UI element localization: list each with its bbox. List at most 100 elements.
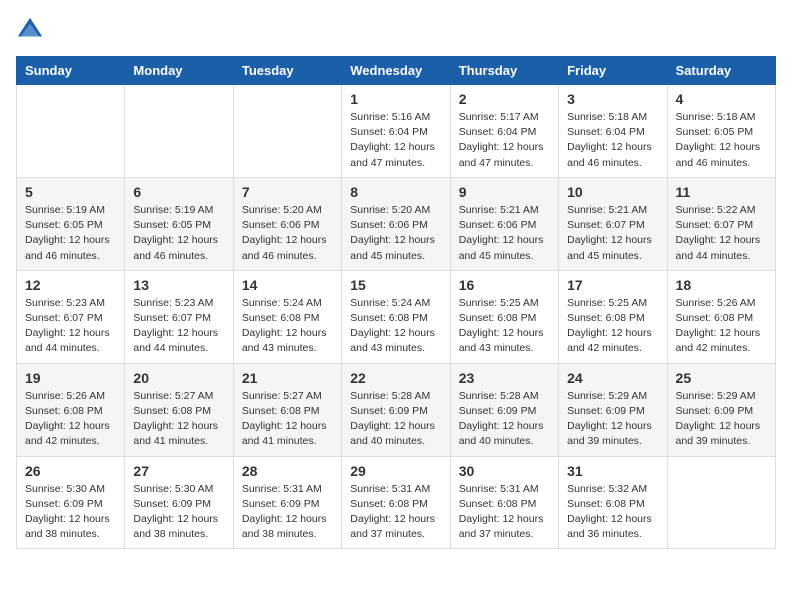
calendar-cell-w5-d1: 26 Sunrise: 5:30 AM Sunset: 6:09 PM Dayli… xyxy=(17,456,125,549)
day-info: Sunrise: 5:31 AM Sunset: 6:08 PM Dayligh… xyxy=(459,482,550,543)
weekday-header-monday: Monday xyxy=(125,57,233,85)
calendar-cell-w4-d7: 25 Sunrise: 5:29 AM Sunset: 6:09 PM Dayli… xyxy=(667,363,775,456)
day-number: 12 xyxy=(25,277,116,293)
week-row-2: 5 Sunrise: 5:19 AM Sunset: 6:05 PM Daylig… xyxy=(17,177,776,270)
calendar-cell-w3-d2: 13 Sunrise: 5:23 AM Sunset: 6:07 PM Dayli… xyxy=(125,270,233,363)
day-info: Sunrise: 5:19 AM Sunset: 6:05 PM Dayligh… xyxy=(133,203,224,264)
calendar-cell-w2-d5: 9Sunrise: 5:21 AM Sunset: 6:06 PM Daylig… xyxy=(450,177,558,270)
calendar-cell-w1-d2 xyxy=(125,85,233,178)
day-number: 26 xyxy=(25,463,116,479)
calendar-cell-w2-d6: 10 Sunrise: 5:21 AM Sunset: 6:07 PM Dayli… xyxy=(559,177,667,270)
day-info: Sunrise: 5:25 AM Sunset: 6:08 PM Dayligh… xyxy=(459,296,550,357)
day-info: Sunrise: 5:18 AM Sunset: 6:04 PM Dayligh… xyxy=(567,110,658,171)
day-info: Sunrise: 5:20 AM Sunset: 6:06 PM Dayligh… xyxy=(350,203,441,264)
day-number: 2 xyxy=(459,91,550,107)
day-number: 25 xyxy=(676,370,767,386)
day-info: Sunrise: 5:30 AM Sunset: 6:09 PM Dayligh… xyxy=(133,482,224,543)
day-number: 27 xyxy=(133,463,224,479)
calendar-cell-w4-d5: 23Sunrise: 5:28 AM Sunset: 6:09 PM Dayli… xyxy=(450,363,558,456)
day-number: 21 xyxy=(242,370,333,386)
week-row-1: 1 Sunrise: 5:16 AM Sunset: 6:04 PM Daylig… xyxy=(17,85,776,178)
day-number: 9 xyxy=(459,184,550,200)
calendar-cell-w2-d4: 8 Sunrise: 5:20 AM Sunset: 6:06 PM Daylig… xyxy=(342,177,450,270)
day-info: Sunrise: 5:32 AM Sunset: 6:08 PM Dayligh… xyxy=(567,482,658,543)
day-info: Sunrise: 5:21 AM Sunset: 6:07 PM Dayligh… xyxy=(567,203,658,264)
day-number: 29 xyxy=(350,463,441,479)
calendar-cell-w2-d2: 6 Sunrise: 5:19 AM Sunset: 6:05 PM Daylig… xyxy=(125,177,233,270)
day-number: 7 xyxy=(242,184,333,200)
calendar-cell-w4-d4: 22Sunrise: 5:28 AM Sunset: 6:09 PM Dayli… xyxy=(342,363,450,456)
calendar-cell-w5-d5: 30 Sunrise: 5:31 AM Sunset: 6:08 PM Dayli… xyxy=(450,456,558,549)
calendar-cell-w3-d3: 14 Sunrise: 5:24 AM Sunset: 6:08 PM Dayli… xyxy=(233,270,341,363)
day-number: 6 xyxy=(133,184,224,200)
weekday-header-wednesday: Wednesday xyxy=(342,57,450,85)
day-info: Sunrise: 5:17 AM Sunset: 6:04 PM Dayligh… xyxy=(459,110,550,171)
calendar-cell-w5-d2: 27 Sunrise: 5:30 AM Sunset: 6:09 PM Dayli… xyxy=(125,456,233,549)
day-number: 14 xyxy=(242,277,333,293)
day-info: Sunrise: 5:29 AM Sunset: 6:09 PM Dayligh… xyxy=(676,389,767,450)
calendar-cell-w3-d7: 18Sunrise: 5:26 AM Sunset: 6:08 PM Dayli… xyxy=(667,270,775,363)
day-info: Sunrise: 5:16 AM Sunset: 6:04 PM Dayligh… xyxy=(350,110,441,171)
day-info: Sunrise: 5:26 AM Sunset: 6:08 PM Dayligh… xyxy=(676,296,767,357)
calendar-cell-w2-d3: 7 Sunrise: 5:20 AM Sunset: 6:06 PM Daylig… xyxy=(233,177,341,270)
calendar-cell-w1-d1 xyxy=(17,85,125,178)
day-number: 31 xyxy=(567,463,658,479)
week-row-5: 26 Sunrise: 5:30 AM Sunset: 6:09 PM Dayli… xyxy=(17,456,776,549)
day-info: Sunrise: 5:27 AM Sunset: 6:08 PM Dayligh… xyxy=(133,389,224,450)
day-info: Sunrise: 5:22 AM Sunset: 6:07 PM Dayligh… xyxy=(676,203,767,264)
day-info: Sunrise: 5:24 AM Sunset: 6:08 PM Dayligh… xyxy=(350,296,441,357)
weekday-header-sunday: Sunday xyxy=(17,57,125,85)
day-info: Sunrise: 5:18 AM Sunset: 6:05 PM Dayligh… xyxy=(676,110,767,171)
logo xyxy=(16,16,48,44)
day-number: 20 xyxy=(133,370,224,386)
calendar-cell-w3-d6: 17Sunrise: 5:25 AM Sunset: 6:08 PM Dayli… xyxy=(559,270,667,363)
weekday-header-friday: Friday xyxy=(559,57,667,85)
day-number: 1 xyxy=(350,91,441,107)
day-number: 22 xyxy=(350,370,441,386)
day-info: Sunrise: 5:24 AM Sunset: 6:08 PM Dayligh… xyxy=(242,296,333,357)
calendar-cell-w1-d5: 2 Sunrise: 5:17 AM Sunset: 6:04 PM Daylig… xyxy=(450,85,558,178)
day-number: 15 xyxy=(350,277,441,293)
day-info: Sunrise: 5:23 AM Sunset: 6:07 PM Dayligh… xyxy=(25,296,116,357)
day-number: 24 xyxy=(567,370,658,386)
calendar-cell-w3-d4: 15 Sunrise: 5:24 AM Sunset: 6:08 PM Dayli… xyxy=(342,270,450,363)
day-number: 5 xyxy=(25,184,116,200)
day-number: 3 xyxy=(567,91,658,107)
calendar-cell-w1-d7: 4 Sunrise: 5:18 AM Sunset: 6:05 PM Daylig… xyxy=(667,85,775,178)
calendar-cell-w3-d1: 12 Sunrise: 5:23 AM Sunset: 6:07 PM Dayli… xyxy=(17,270,125,363)
calendar-table: SundayMondayTuesdayWednesdayThursdayFrid… xyxy=(16,56,776,549)
day-number: 16 xyxy=(459,277,550,293)
day-number: 13 xyxy=(133,277,224,293)
day-number: 17 xyxy=(567,277,658,293)
calendar-cell-w5-d3: 28 Sunrise: 5:31 AM Sunset: 6:09 PM Dayli… xyxy=(233,456,341,549)
day-info: Sunrise: 5:19 AM Sunset: 6:05 PM Dayligh… xyxy=(25,203,116,264)
day-info: Sunrise: 5:27 AM Sunset: 6:08 PM Dayligh… xyxy=(242,389,333,450)
day-number: 4 xyxy=(676,91,767,107)
logo-icon xyxy=(16,16,44,44)
day-info: Sunrise: 5:20 AM Sunset: 6:06 PM Dayligh… xyxy=(242,203,333,264)
day-info: Sunrise: 5:30 AM Sunset: 6:09 PM Dayligh… xyxy=(25,482,116,543)
calendar-cell-w4-d6: 24 Sunrise: 5:29 AM Sunset: 6:09 PM Dayli… xyxy=(559,363,667,456)
weekday-header-saturday: Saturday xyxy=(667,57,775,85)
calendar-cell-w2-d1: 5 Sunrise: 5:19 AM Sunset: 6:05 PM Daylig… xyxy=(17,177,125,270)
calendar-cell-w5-d7 xyxy=(667,456,775,549)
day-info: Sunrise: 5:29 AM Sunset: 6:09 PM Dayligh… xyxy=(567,389,658,450)
header xyxy=(16,16,776,44)
day-number: 28 xyxy=(242,463,333,479)
day-info: Sunrise: 5:26 AM Sunset: 6:08 PM Dayligh… xyxy=(25,389,116,450)
week-row-3: 12 Sunrise: 5:23 AM Sunset: 6:07 PM Dayli… xyxy=(17,270,776,363)
day-number: 10 xyxy=(567,184,658,200)
calendar-cell-w1-d6: 3 Sunrise: 5:18 AM Sunset: 6:04 PM Daylig… xyxy=(559,85,667,178)
calendar-cell-w1-d3 xyxy=(233,85,341,178)
day-info: Sunrise: 5:23 AM Sunset: 6:07 PM Dayligh… xyxy=(133,296,224,357)
calendar-cell-w5-d4: 29Sunrise: 5:31 AM Sunset: 6:08 PM Dayli… xyxy=(342,456,450,549)
day-number: 11 xyxy=(676,184,767,200)
calendar-cell-w5-d6: 31 Sunrise: 5:32 AM Sunset: 6:08 PM Dayli… xyxy=(559,456,667,549)
day-number: 8 xyxy=(350,184,441,200)
week-row-4: 19 Sunrise: 5:26 AM Sunset: 6:08 PM Dayli… xyxy=(17,363,776,456)
day-info: Sunrise: 5:31 AM Sunset: 6:09 PM Dayligh… xyxy=(242,482,333,543)
calendar-cell-w1-d4: 1 Sunrise: 5:16 AM Sunset: 6:04 PM Daylig… xyxy=(342,85,450,178)
day-number: 30 xyxy=(459,463,550,479)
day-number: 19 xyxy=(25,370,116,386)
calendar-cell-w2-d7: 11 Sunrise: 5:22 AM Sunset: 6:07 PM Dayli… xyxy=(667,177,775,270)
